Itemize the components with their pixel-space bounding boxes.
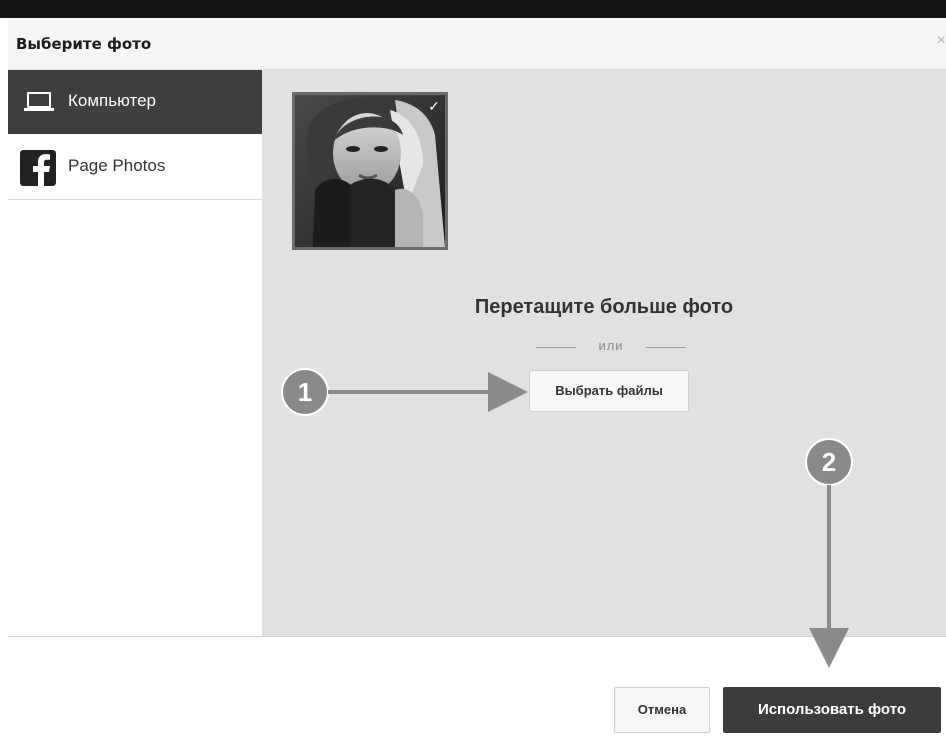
top-bar — [0, 0, 946, 18]
dialog-footer: Отмена Использовать фото — [8, 636, 946, 743]
cancel-button[interactable]: Отмена — [614, 687, 710, 733]
dialog-title: Выберите фото — [16, 35, 152, 53]
or-divider: или — [536, 338, 686, 358]
selected-photo-thumbnail[interactable]: ✓ — [292, 92, 448, 250]
close-icon[interactable]: × — [937, 32, 946, 50]
divider-line-right — [646, 347, 686, 348]
dialog-header: Выберите фото × — [8, 18, 946, 70]
or-label: или — [598, 338, 624, 353]
selected-check-icon: ✓ — [428, 98, 440, 114]
choose-files-button[interactable]: Выбрать файлы — [529, 370, 689, 412]
sidebar-item-label: Page Photos — [68, 156, 166, 175]
drag-instruction: Перетащите больше фото — [474, 296, 734, 318]
use-photo-button[interactable]: Использовать фото — [723, 687, 941, 733]
upload-area[interactable]: ✓ Перетащите больше фото или Выбрать фай… — [262, 70, 946, 636]
facebook-icon — [20, 150, 56, 186]
photo-woman-image — [295, 95, 445, 247]
laptop-icon — [24, 92, 54, 111]
select-photo-dialog: Выберите фото × Компьютер Page Photos ✓ … — [8, 18, 946, 743]
sidebar-item-label: Компьютер — [68, 91, 156, 110]
source-sidebar: Компьютер Page Photos — [8, 70, 280, 636]
sidebar-item-computer[interactable]: Компьютер — [8, 70, 280, 134]
